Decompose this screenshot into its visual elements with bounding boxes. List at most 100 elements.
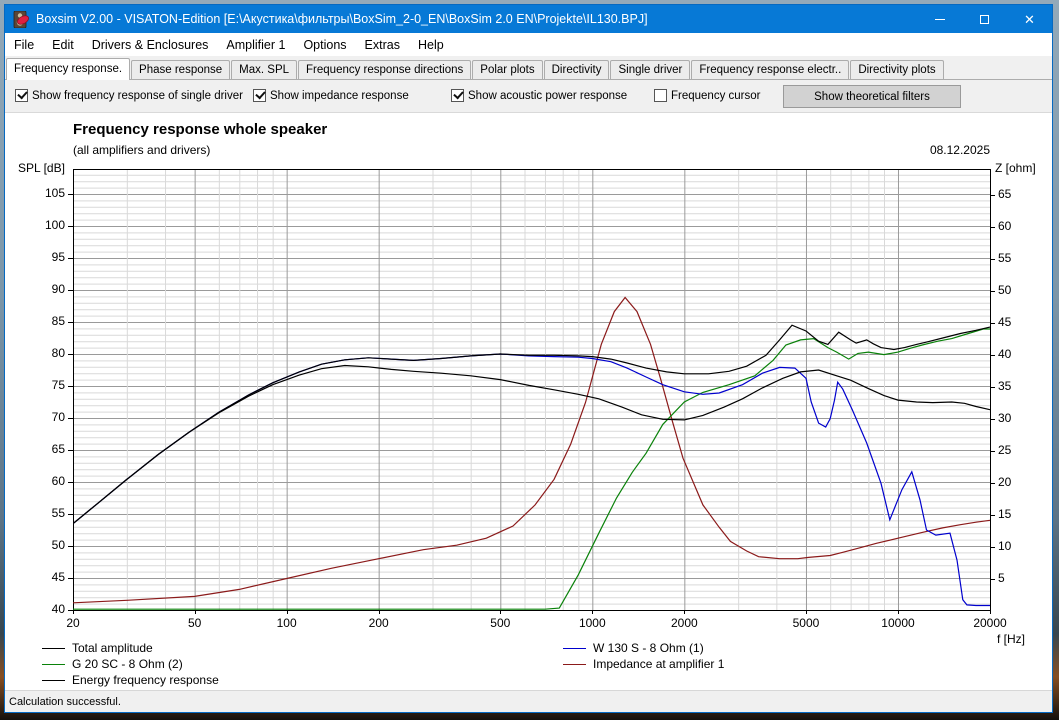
x-tickmark	[990, 610, 991, 614]
checkbox-4[interactable]	[654, 89, 667, 102]
y-left-tickmark	[68, 514, 73, 515]
checkbox-1[interactable]	[15, 89, 28, 102]
y-right-tick-25: 25	[998, 442, 1012, 457]
chart-subtitle: (all amplifiers and drivers)	[73, 143, 211, 157]
menu-item-options[interactable]: Options	[294, 33, 355, 56]
y-left-tick-55: 55	[51, 506, 65, 520]
legend-label: Total amplitude	[72, 641, 153, 655]
show-theoretical-filters-button[interactable]: Show theoretical filters	[783, 85, 961, 108]
y-left-tickmark	[68, 290, 73, 291]
tab-frequency-response-directions[interactable]: Frequency response directions	[298, 60, 472, 79]
x-tick-20000: 20000	[973, 616, 1007, 630]
menu-item-file[interactable]: File	[5, 33, 43, 56]
curve-w-130-s-8-ohm-1-	[73, 353, 990, 607]
checkbox-label-3: Show acoustic power response	[468, 89, 628, 102]
y-left-tick-95: 95	[51, 250, 65, 264]
menu-item-edit[interactable]: Edit	[43, 33, 83, 56]
y-axis-right-label: Z [ohm]	[995, 161, 1036, 175]
y-right-tickmark	[990, 482, 995, 484]
maximize-button[interactable]	[962, 5, 1007, 33]
y-left-tickmark	[68, 322, 73, 323]
menu-item-drivers-enclosures[interactable]: Drivers & Enclosures	[83, 33, 218, 56]
options-bar: Show theoretical filters Show frequency …	[5, 80, 1052, 113]
y-left-tickmark	[68, 258, 73, 259]
y-right-tickmark	[990, 514, 995, 516]
x-tick-500: 500	[490, 616, 511, 630]
x-tickmark	[684, 610, 686, 614]
y-left-tick-60: 60	[51, 474, 65, 488]
tab-phase-response[interactable]: Phase response	[131, 60, 231, 79]
legend-color-line	[563, 647, 586, 649]
y-right-tick-50: 50	[998, 282, 1012, 297]
y-right-tickmark	[990, 258, 995, 260]
x-tickmark	[897, 610, 899, 614]
tab-directivity-plots[interactable]: Directivity plots	[850, 60, 944, 79]
y-right-tickmark	[990, 226, 995, 228]
y-right-tick-35: 35	[998, 378, 1012, 393]
legend-label: G 20 SC - 8 Ohm (2)	[72, 657, 183, 671]
y-right-tickmark	[990, 546, 995, 548]
y-left-tick-75: 75	[51, 378, 65, 392]
legend-item-energy-frequency-response: Energy frequency response	[42, 672, 219, 688]
y-right-tick-20: 20	[998, 474, 1012, 489]
tab-polar-plots[interactable]: Polar plots	[472, 60, 543, 79]
minimize-button[interactable]	[917, 5, 962, 33]
y-left-tickmark	[68, 354, 73, 355]
y-left-tickmark	[68, 386, 73, 387]
tab-max-spl[interactable]: Max. SPL	[231, 60, 298, 79]
y-left-tick-70: 70	[51, 410, 65, 424]
y-left-tick-100: 100	[44, 218, 65, 232]
legend-color-line	[42, 647, 65, 649]
y-left-tickmark	[68, 450, 73, 451]
x-tick-5000: 5000	[792, 616, 820, 630]
legend-color-line	[563, 663, 586, 665]
menu-bar: File Edit Drivers & Enclosures Amplifier 1O…	[5, 33, 1052, 57]
y-right-tick-30: 30	[998, 410, 1012, 425]
menu-item-extras[interactable]: Extras	[356, 33, 409, 56]
chart-panel: Frequency response whole speaker (all am…	[5, 113, 1052, 690]
checkbox-2[interactable]	[253, 89, 266, 102]
y-right-tickmark	[990, 386, 995, 388]
tab-frequency-response-[interactable]: Frequency response.	[6, 58, 131, 80]
frequency-response-plot	[73, 169, 991, 611]
window-title: Boxsim V2.00 - VISATON-Edition [E:\Акуст…	[36, 12, 648, 26]
y-left-tickmark	[68, 482, 73, 483]
x-tickmark	[805, 610, 807, 614]
x-tickmark	[378, 610, 380, 614]
x-tick-20: 20	[66, 616, 80, 630]
title-bar[interactable]: Boxsim V2.00 - VISATON-Edition [E:\Акуст…	[5, 5, 1052, 33]
x-axis-label: f [Hz]	[996, 632, 1025, 646]
x-tickmark	[73, 610, 74, 614]
y-right-tick-55: 55	[998, 250, 1012, 265]
x-tick-50: 50	[187, 616, 202, 630]
checkbox-group-3[interactable]: Show acoustic power response	[451, 89, 627, 102]
menu-item-help[interactable]: Help	[409, 33, 453, 56]
y-left-tick-65: 65	[51, 442, 65, 456]
legend-item-w-130-s-8-ohm-1-: W 130 S - 8 Ohm (1)	[563, 640, 704, 656]
chart-title: Frequency response whole speaker	[73, 121, 328, 138]
y-left-tickmark	[68, 226, 73, 227]
y-left-tick-90: 90	[51, 282, 65, 296]
y-left-tickmark	[68, 546, 73, 547]
tab-frequency-response-electr-[interactable]: Frequency response electr..	[691, 60, 850, 79]
boxsim-window: Boxsim V2.00 - VISATON-Edition [E:\Акуст…	[4, 4, 1053, 713]
close-button[interactable]: ✕	[1007, 5, 1052, 33]
checkbox-group-4[interactable]: Frequency cursor	[654, 89, 760, 102]
y-left-tickmark	[68, 194, 73, 195]
tab-directivity[interactable]: Directivity	[543, 60, 610, 79]
y-left-tick-80: 80	[51, 346, 65, 360]
checkbox-group-2[interactable]: Show impedance response	[253, 89, 409, 102]
tab-single-driver[interactable]: Single driver	[610, 60, 691, 79]
menu-item-amplifier-1[interactable]: Amplifier 1	[217, 33, 294, 56]
legend-label: Impedance at amplifier 1	[593, 657, 725, 671]
checkbox-3[interactable]	[451, 89, 464, 102]
x-tick-10000: 10000	[881, 616, 915, 630]
y-right-tick-60: 60	[998, 218, 1012, 233]
x-tick-200: 200	[368, 616, 389, 630]
checkbox-group-1[interactable]: Show frequency response of single driver	[15, 89, 243, 102]
legend-item-impedance-at-amplifier-1: Impedance at amplifier 1	[563, 656, 724, 672]
x-tickmark	[286, 610, 288, 614]
y-left-tickmark	[68, 578, 73, 579]
y-right-tick-5: 5	[998, 570, 1005, 585]
y-left-tick-40: 40	[51, 602, 65, 616]
